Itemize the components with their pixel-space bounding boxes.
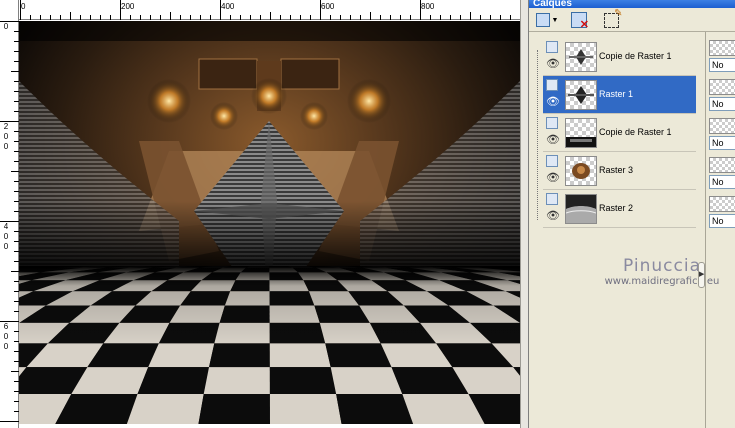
vertical-ruler: 0 2 0 0 4 0 0 6 0 0 [0,0,19,428]
raster-layer-icon [546,155,558,167]
eye-visibility-icon[interactable]: 👁 [546,134,560,146]
floor-tile [336,393,414,424]
ruler-left-label: 0 [3,132,9,141]
panel-divider[interactable] [705,32,706,428]
eye-visibility-icon[interactable]: 👁 [546,210,560,222]
layer-thumbnail [565,118,597,148]
floor-tile [209,343,270,368]
raster-layer-icon [546,41,558,53]
blend-mode-cell[interactable]: No [709,196,735,230]
floor-tile [325,343,392,368]
ruler-left-label: 0 [3,342,9,351]
ruler-ticks-top [20,0,521,20]
blend-mode-field[interactable]: No [709,58,735,72]
mask-thumbnail [709,79,735,95]
blend-mode-cell[interactable]: No [709,79,735,113]
edit-selection-icon: ✎ [603,8,623,28]
canvas-scrollbar[interactable] [520,0,528,428]
layer-row[interactable]: 👁 Raster 3 [543,152,696,190]
canvas-workspace[interactable]: 0 200 400 600 800 0 2 0 0 4 0 0 6 0 0 [0,0,528,428]
layer-tree-line [537,50,539,220]
ruler-left-label: 0 [3,332,9,341]
raster-layer-icon [546,117,558,129]
delete-layer-icon: ✕ [571,12,589,31]
mask-thumbnail [709,196,735,212]
new-layer-dropdown-button[interactable]: ▼ [533,11,561,29]
blend-mode-field[interactable]: No [709,136,735,150]
layer-name: Raster 3 [599,165,634,175]
blend-mode-field[interactable]: No [709,214,735,228]
blend-mode-cell[interactable]: No [709,40,735,74]
ruler-ticks-left [0,21,19,422]
ruler-left-label: 6 [3,322,9,331]
layers-list: 👁 Copie de Raster 1 👁 Raster 1 👁 Copie d… [543,38,696,234]
layers-toolbar: ▼ ✕ ✎ [529,8,735,32]
floor-tile [269,367,337,394]
floor-tile [269,393,342,424]
panel-expand-arrow[interactable]: ▶ [698,262,705,288]
floor-tile [198,393,270,424]
eye-visibility-icon[interactable]: 👁 [546,172,560,184]
artwork [19,21,520,424]
watermark: Pinuccia www.maidiregrafica.eu [597,256,727,288]
new-layer-icon [535,13,550,27]
image-canvas[interactable] [19,21,520,424]
watermark-url: www.maidiregrafica.eu [604,276,720,287]
layer-name: Raster 2 [599,203,634,213]
layer-thumbnail [565,194,597,224]
ruler-left-label: 4 [3,222,9,231]
layer-row[interactable]: 👁 Copie de Raster 1 [543,114,696,152]
mask-thumbnail [709,40,735,56]
chevron-down-icon: ▼ [551,16,559,24]
ruler-top-label: 0 [21,2,26,11]
floor-tile [148,343,215,368]
floor-tile [203,367,270,394]
delete-layer-button[interactable]: ✕ [569,11,589,31]
floor-tile [330,367,403,394]
layer-thumbnail [565,156,597,186]
layer-row[interactable]: 👁 Copie de Raster 1 [543,38,696,76]
ruler-top-label: 400 [221,2,235,11]
layer-name: Copie de Raster 1 [599,127,672,137]
layer-name: Copie de Raster 1 [599,51,672,61]
layer-thumbnail [565,42,597,72]
layer-row[interactable]: 👁 Raster 2 [543,190,696,228]
blend-mode-field[interactable]: No [709,175,735,189]
ruler-top-label: 200 [121,2,135,11]
blend-mode-field[interactable]: No [709,97,735,111]
ruler-left-label: 0 [3,22,9,31]
eye-visibility-icon[interactable]: 👁 [546,96,560,108]
horizontal-ruler: 0 200 400 600 800 [0,0,528,20]
ruler-top-label: 600 [321,2,335,11]
ruler-top-label: 800 [421,2,435,11]
floor-tile [126,393,204,424]
eye-visibility-icon[interactable]: 👁 [546,58,560,70]
ruler-left-label: 2 [3,122,9,131]
layer-thumbnail [565,80,597,110]
panel-title: Calques [529,0,735,8]
layer-name: Raster 1 [599,89,634,99]
blend-mode-cell[interactable]: No [709,157,735,191]
ruler-left-label: 0 [3,142,9,151]
raster-layer-icon [546,193,558,205]
floor-tile [137,367,210,394]
layers-panel: Calques ▼ ✕ ✎ 👁 Copie de Raster 1 👁 Rast… [528,0,735,428]
mask-thumbnail [709,118,735,134]
watermark-name: Pinuccia [623,256,701,276]
edit-selection-button[interactable]: ✎ [601,8,623,29]
ruler-left-label: 0 [3,232,9,241]
floor-tile [269,343,331,368]
ruler-left-label: 0 [3,242,9,251]
raster-layer-icon [546,79,558,91]
mask-thumbnail [709,157,735,173]
layer-row-selected[interactable]: 👁 Raster 1 [543,76,696,114]
blend-mode-cell[interactable]: No [709,118,735,152]
